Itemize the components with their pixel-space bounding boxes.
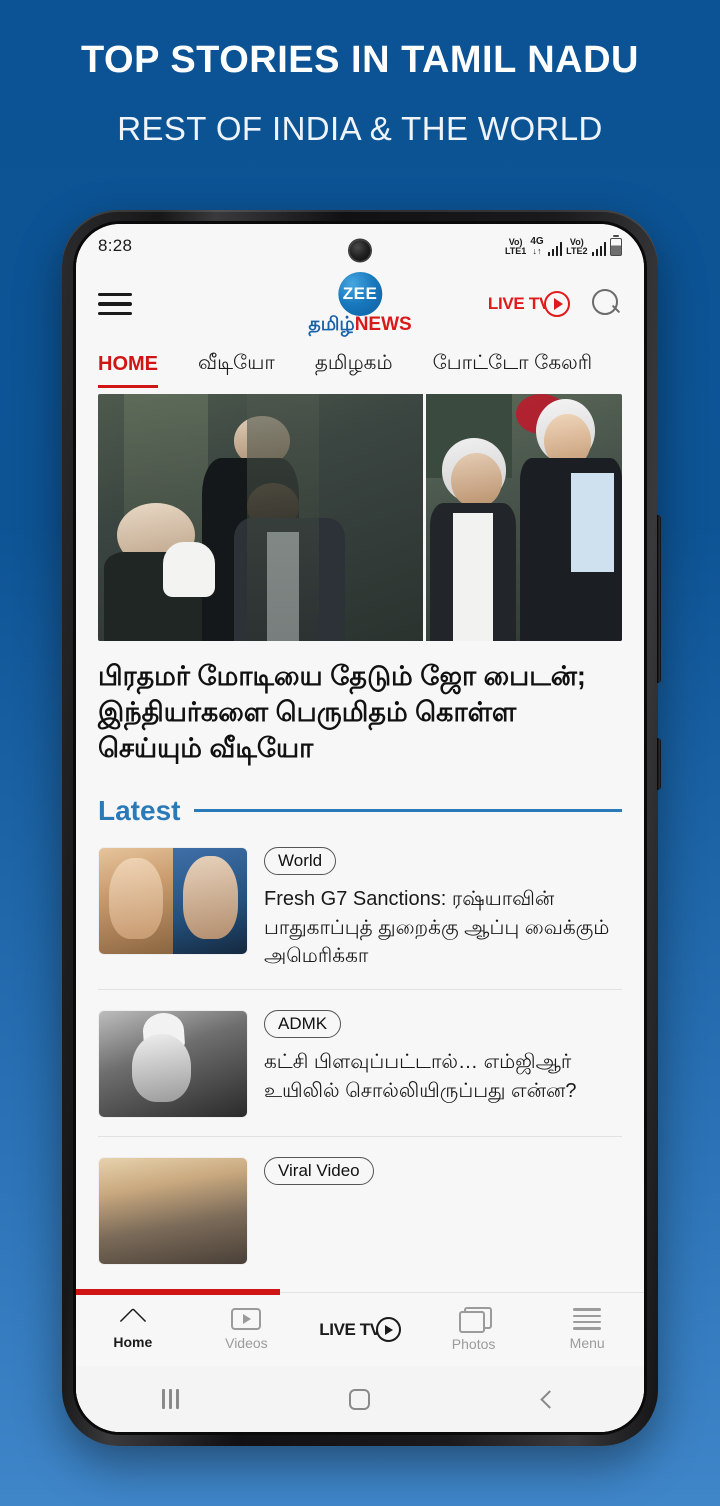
home-square-icon bbox=[349, 1388, 371, 1410]
network-4g-icon: 4G ↓↑ bbox=[530, 235, 544, 256]
logo-tamil-text: தமிழ் bbox=[308, 314, 355, 335]
volte1-icon: Vo) LTE1 bbox=[504, 237, 527, 256]
category-tabs: HOME வீடியோ தமிழகம் போட்டோ கேலரி bbox=[76, 340, 644, 388]
phone-bezel: 8:28 Vo) LTE1 4G ↓↑ Vo) LTE2 ZEE தமிழ்NE… bbox=[73, 221, 647, 1435]
nav-label-home: Home bbox=[113, 1334, 153, 1350]
list-item-body: ADMK கட்சி பிளவுப்பட்டால்… எம்ஜிஆர் உயில… bbox=[264, 1009, 622, 1118]
list-item-title[interactable]: கட்சி பிளவுப்பட்டால்… எம்ஜிஆர் உயிலில் ச… bbox=[264, 1048, 622, 1105]
network-label: 4G bbox=[530, 235, 544, 247]
phone-screen: 8:28 Vo) LTE1 4G ↓↑ Vo) LTE2 ZEE தமிழ்NE… bbox=[76, 224, 644, 1432]
status-indicators: Vo) LTE1 4G ↓↑ Vo) LTE2 bbox=[504, 235, 622, 256]
status-badge[interactable]: ADMK bbox=[264, 1009, 342, 1039]
promo-title: TOP STORIES IN TAMIL NADU bbox=[81, 39, 639, 81]
android-back-button[interactable] bbox=[455, 1389, 644, 1409]
section-divider bbox=[194, 809, 622, 812]
list-item[interactable]: World Fresh G7 Sanctions: ரஷ்யாவின் பாது… bbox=[98, 827, 622, 990]
live-tv-button[interactable]: LIVE TV bbox=[488, 291, 570, 317]
tab-videos[interactable]: வீடியோ bbox=[198, 340, 293, 388]
volume-button[interactable] bbox=[657, 515, 661, 683]
tab-photo-gallery[interactable]: போட்டோ கேலரி bbox=[433, 340, 611, 388]
zee-tamil-news-logo[interactable]: ZEE தமிழ்NEWS bbox=[308, 272, 412, 338]
play-icon bbox=[544, 291, 570, 317]
progress-bar bbox=[76, 1289, 281, 1295]
android-recents-button[interactable] bbox=[76, 1389, 265, 1409]
thumbnail-image bbox=[99, 1010, 247, 1117]
status-clock: 8:28 bbox=[98, 236, 133, 255]
nav-item-videos[interactable]: Videos bbox=[190, 1308, 304, 1351]
app-header: ZEE தமிழ்NEWS LIVE TV bbox=[76, 268, 644, 340]
status-bar: 8:28 Vo) LTE1 4G ↓↑ Vo) LTE2 bbox=[76, 224, 644, 268]
nav-item-home[interactable]: Home bbox=[76, 1309, 190, 1350]
hero-image-left bbox=[98, 394, 423, 641]
back-chevron-icon bbox=[540, 1389, 559, 1409]
bottom-navigation: Home Videos LIVE TV Photos Menu bbox=[76, 1289, 644, 1366]
tab-tamilnadu[interactable]: தமிழகம் bbox=[315, 340, 411, 388]
menu-icon bbox=[573, 1308, 602, 1330]
thumbnail-image bbox=[99, 1157, 247, 1264]
nav-label-videos: Videos bbox=[225, 1335, 268, 1351]
battery-icon bbox=[610, 237, 622, 256]
front-camera-icon bbox=[349, 240, 371, 261]
tab-home[interactable]: HOME bbox=[98, 340, 176, 388]
promo-header: TOP STORIES IN TAMIL NADU REST OF INDIA … bbox=[0, 0, 720, 148]
signal-bars-2-icon bbox=[591, 241, 606, 256]
live-tv-label: LIVE TV bbox=[487, 294, 550, 313]
nav-label-menu: Menu bbox=[569, 1334, 605, 1351]
logo-wordmark: தமிழ்NEWS bbox=[308, 314, 411, 338]
android-navigation-bar bbox=[76, 1366, 644, 1432]
volte1-bottom: LTE1 bbox=[504, 245, 527, 256]
list-item-body: World Fresh G7 Sanctions: ரஷ்யாவின் பாது… bbox=[264, 846, 622, 971]
recents-icon bbox=[162, 1389, 180, 1409]
list-item[interactable]: Viral Video bbox=[98, 1137, 622, 1283]
nav-label-photos: Photos bbox=[451, 1336, 496, 1352]
phone-frame: 8:28 Vo) LTE1 4G ↓↑ Vo) LTE2 ZEE தமிழ்NE… bbox=[62, 210, 661, 1446]
thumbnail-left bbox=[99, 847, 173, 954]
nav-item-livetv[interactable]: LIVE TV bbox=[303, 1317, 417, 1342]
android-home-button[interactable] bbox=[265, 1388, 454, 1410]
home-icon bbox=[120, 1309, 146, 1329]
nav-label-livetv: LIVE TV bbox=[319, 1319, 381, 1339]
search-icon[interactable] bbox=[592, 289, 622, 319]
hero-headline[interactable]: பிரதமர் மோடியை தேடும் ஜோ பைடன்; இந்தியர்… bbox=[98, 659, 622, 767]
list-item[interactable]: ADMK கட்சி பிளவுப்பட்டால்… எம்ஜிஆர் உயில… bbox=[98, 990, 622, 1137]
hamburger-menu-icon[interactable] bbox=[98, 292, 132, 316]
data-arrows-icon: ↓↑ bbox=[532, 245, 542, 256]
news-feed[interactable]: பிரதமர் மோடியை தேடும் ஜோ பைடன்; இந்தியர்… bbox=[76, 388, 644, 1432]
zee-logo-text: ZEE bbox=[342, 284, 378, 303]
nav-item-photos[interactable]: Photos bbox=[417, 1307, 531, 1352]
power-button[interactable] bbox=[657, 738, 661, 790]
thumbnail-right bbox=[173, 847, 247, 954]
logo-news-text: NEWS bbox=[354, 314, 412, 335]
latest-section-header: Latest bbox=[98, 795, 622, 827]
volte2-bottom: LTE2 bbox=[566, 245, 588, 256]
latest-section-title: Latest bbox=[98, 794, 181, 826]
volte2-icon: Vo) LTE2 bbox=[566, 237, 588, 256]
news-thumbnail bbox=[98, 846, 248, 955]
hero-image-right bbox=[425, 394, 622, 641]
feed-inner: பிரதமர் மோடியை தேடும் ஜோ பைடன்; இந்தியர்… bbox=[76, 394, 644, 1283]
news-thumbnail bbox=[98, 1156, 248, 1265]
photos-icon bbox=[458, 1307, 492, 1333]
play-icon bbox=[375, 1317, 401, 1342]
status-badge[interactable]: Viral Video bbox=[264, 1156, 374, 1186]
live-tv-icon: LIVE TV bbox=[319, 1317, 401, 1342]
signal-bars-1-icon bbox=[547, 241, 563, 256]
phone-mockup: 8:28 Vo) LTE1 4G ↓↑ Vo) LTE2 ZEE தமிழ்NE… bbox=[62, 210, 661, 1450]
news-thumbnail bbox=[98, 1009, 248, 1118]
list-item-body: Viral Video bbox=[264, 1156, 622, 1265]
zee-logo-circle: ZEE bbox=[338, 272, 382, 316]
promo-subtitle: REST OF INDIA & THE WORLD bbox=[117, 109, 603, 147]
nav-item-menu[interactable]: Menu bbox=[530, 1308, 644, 1351]
app-header-actions: LIVE TV bbox=[488, 289, 622, 319]
list-item-title[interactable]: Fresh G7 Sanctions: ரஷ்யாவின் பாதுகாப்பு… bbox=[264, 885, 622, 970]
video-icon bbox=[231, 1308, 262, 1330]
status-badge[interactable]: World bbox=[264, 846, 337, 876]
hero-image[interactable] bbox=[98, 394, 622, 641]
